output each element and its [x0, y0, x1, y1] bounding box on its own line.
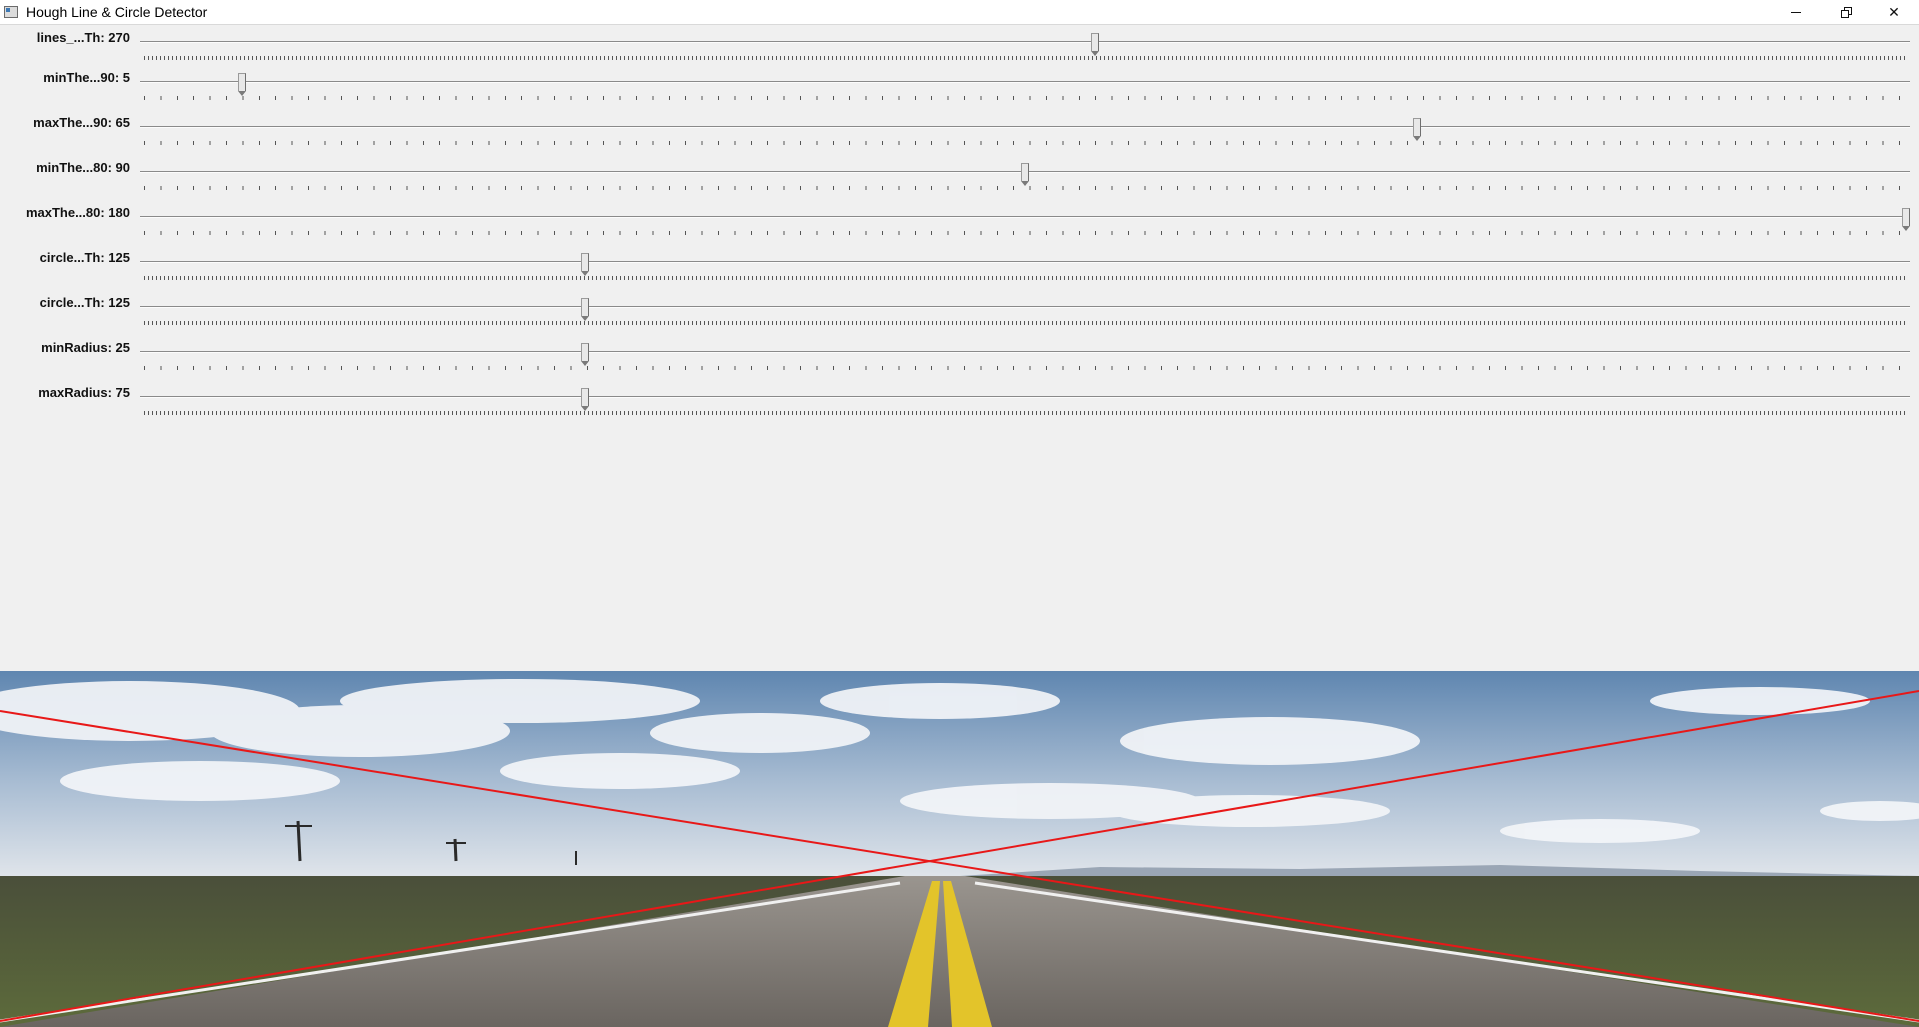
slider-track[interactable]: [140, 261, 1910, 263]
trackbar-min-theta-90: minThe...90: 5: [0, 70, 1919, 115]
trackbar-label: circle...Th: 125: [39, 295, 130, 310]
slider-handle[interactable]: [580, 298, 589, 321]
slider-handle[interactable]: [1091, 33, 1100, 56]
restore-icon: [1840, 6, 1852, 18]
trackbar-min-theta-180: minThe...80: 90: [0, 160, 1919, 205]
slider-ticks: [144, 231, 1906, 235]
trackbar-label: circle...Th: 125: [39, 250, 130, 265]
slider-ticks: [144, 411, 1906, 415]
slider-ticks: [144, 186, 1906, 190]
restore-button[interactable]: [1823, 0, 1869, 24]
minimize-button[interactable]: [1773, 0, 1819, 24]
slider-handle[interactable]: [1412, 118, 1421, 141]
trackbar-max-theta-90: maxThe...90: 65: [0, 115, 1919, 160]
slider-track[interactable]: [140, 351, 1910, 353]
trackbar-label: minRadius: 25: [41, 340, 130, 355]
minimize-icon: [1791, 11, 1801, 13]
trackbar-lines-threshold: lines_...Th: 270: [0, 30, 1919, 75]
title-bar: Hough Line & Circle Detector ✕: [0, 0, 1919, 25]
slider-track[interactable]: [140, 306, 1910, 308]
slider-track[interactable]: [140, 396, 1910, 398]
slider-ticks: [144, 276, 1906, 280]
slider-ticks: [144, 96, 1906, 100]
slider-handle[interactable]: [580, 253, 589, 276]
slider-track[interactable]: [140, 216, 1910, 218]
trackbar-min-radius: minRadius: 25: [0, 340, 1919, 385]
trackbar-max-theta-180: maxThe...80: 180: [0, 205, 1919, 250]
slider-handle[interactable]: [1902, 208, 1910, 231]
trackbar-max-radius: maxRadius: 75: [0, 385, 1919, 430]
close-icon: ✕: [1888, 3, 1900, 20]
slider-handle[interactable]: [237, 73, 246, 96]
output-image: [0, 671, 1919, 1027]
slider-ticks: [144, 141, 1906, 145]
slider-handle[interactable]: [580, 388, 589, 411]
trackbar-label: minThe...80: 90: [36, 160, 130, 175]
slider-ticks: [144, 366, 1906, 370]
trackbar-label: minThe...90: 5: [43, 70, 130, 85]
trackbar-label: maxThe...80: 180: [25, 205, 130, 220]
slider-track[interactable]: [140, 41, 1910, 43]
slider-handle[interactable]: [1021, 163, 1029, 186]
slider-handle[interactable]: [580, 343, 589, 366]
slider-ticks: [144, 56, 1906, 60]
close-button[interactable]: ✕: [1871, 0, 1917, 24]
slider-ticks: [144, 321, 1906, 325]
trackbar-label: maxRadius: 75: [38, 385, 130, 400]
trackbar-label: lines_...Th: 270: [36, 30, 130, 45]
window-title: Hough Line & Circle Detector: [26, 4, 208, 20]
slider-track[interactable]: [140, 126, 1910, 128]
trackbar-label: maxThe...90: 65: [33, 115, 130, 130]
app-icon: [4, 6, 18, 18]
slider-track[interactable]: [140, 81, 1910, 83]
trackbar-circle-threshold-2: circle...Th: 125: [0, 295, 1919, 340]
road-photo: [0, 671, 1919, 1027]
trackbar-circle-threshold-1: circle...Th: 125: [0, 250, 1919, 295]
